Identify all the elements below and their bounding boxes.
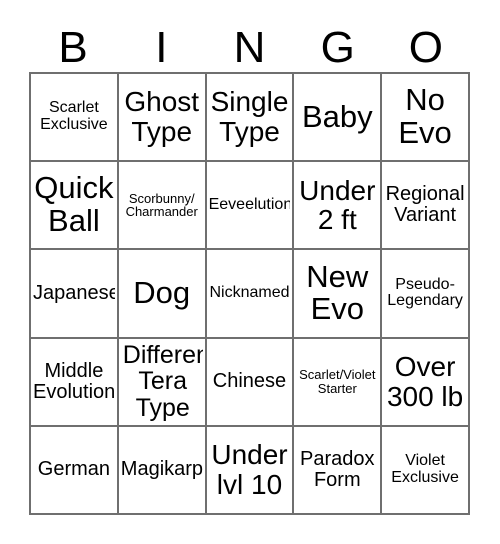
bingo-cell-b2[interactable]: Quick Ball — [31, 162, 119, 251]
bingo-cell-b3[interactable]: Japanese — [31, 250, 119, 339]
bingo-cell-i1[interactable]: Ghost Type — [118, 74, 207, 163]
bingo-cell-i2[interactable]: Scorbunny/ Charmander — [118, 162, 207, 251]
bingo-cell-label: Scorbunny/ Charmander — [125, 191, 198, 220]
bingo-cell-label: Violet Exclusive — [391, 452, 459, 486]
bingo-cell-label: German — [37, 459, 111, 481]
bingo-cell-label: No Evo — [398, 84, 452, 150]
bingo-cell-label: Under lvl 10 — [211, 440, 288, 500]
bingo-cell-label: Middle Evolution — [33, 360, 115, 403]
bingo-cell-g1[interactable]: Baby — [294, 74, 383, 163]
bingo-cell-label: Quick Ball — [34, 172, 114, 239]
bingo-cell-n1[interactable]: Single Type — [206, 74, 295, 163]
bingo-cell-label: Pseudo- Legendary — [387, 276, 463, 310]
bingo-cell-label: Nicknamed — [209, 285, 290, 302]
bingo-cell-label: Regional Variant — [385, 184, 465, 227]
bingo-cell-label: Over 300 lb — [386, 352, 464, 412]
bingo-cell-i4[interactable]: Different Tera Type — [118, 338, 207, 427]
bingo-cell-b1[interactable]: Scarlet Exclusive — [31, 74, 119, 163]
bingo-cell-b4[interactable]: Middle Evolution — [31, 338, 119, 427]
bingo-cell-label: New Evo — [306, 260, 369, 327]
bingo-grid: Scarlet Exclusive Ghost Type Single Type… — [29, 72, 470, 515]
bingo-cell-label: Scarlet/Violet Starter — [299, 367, 376, 396]
header-letter-o: O — [408, 23, 444, 72]
bingo-cell-b5[interactable]: German — [31, 426, 119, 515]
header-letter-b: B — [58, 23, 88, 72]
bingo-cell-o3[interactable]: Pseudo- Legendary — [382, 250, 470, 339]
bingo-cell-n4[interactable]: Chinese — [206, 338, 295, 427]
bingo-cell-g4[interactable]: Scarlet/Violet Starter — [294, 338, 383, 427]
bingo-cell-label: Dog — [133, 277, 191, 310]
bingo-cell-label: Scarlet Exclusive — [40, 100, 108, 134]
header-letter-n: N — [233, 23, 266, 72]
header-letter-i: I — [155, 23, 168, 72]
bingo-cell-label: Eeveelution — [208, 196, 291, 213]
bingo-cell-label: Single Type — [210, 87, 289, 147]
bingo-cell-label: Baby — [301, 100, 373, 134]
bingo-cell-g2[interactable]: Under 2 ft — [294, 162, 383, 251]
bingo-cell-i5[interactable]: Magikarp — [118, 426, 207, 515]
bingo-header-row: B I N G O — [29, 12, 470, 72]
bingo-cell-g5[interactable]: Paradox Form — [294, 426, 383, 515]
bingo-cell-label: Different Tera Type — [122, 341, 203, 422]
bingo-cell-g3[interactable]: New Evo — [294, 250, 383, 339]
bingo-cell-o4[interactable]: Over 300 lb — [382, 338, 470, 427]
bingo-cell-n3[interactable]: Nicknamed — [206, 250, 295, 339]
bingo-cell-o1[interactable]: No Evo — [382, 74, 470, 163]
bingo-cell-label: Magikarp — [120, 459, 203, 481]
bingo-card: B I N G O Scarlet Exclusive Ghost Type S… — [0, 0, 500, 544]
bingo-cell-n5[interactable]: Under lvl 10 — [206, 426, 295, 515]
bingo-cell-label: Paradox Form — [300, 448, 375, 491]
bingo-cell-n2[interactable]: Eeveelution — [206, 162, 295, 251]
bingo-cell-i3[interactable]: Dog — [118, 250, 207, 339]
header-letter-g: G — [320, 23, 355, 72]
bingo-cell-label: Chinese — [212, 371, 287, 393]
bingo-cell-label: Under 2 ft — [299, 175, 376, 235]
bingo-cell-o5[interactable]: Violet Exclusive — [382, 426, 470, 515]
bingo-cell-label: Ghost Type — [124, 87, 200, 147]
bingo-cell-label: Japanese — [33, 282, 115, 304]
bingo-cell-o2[interactable]: Regional Variant — [382, 162, 470, 251]
